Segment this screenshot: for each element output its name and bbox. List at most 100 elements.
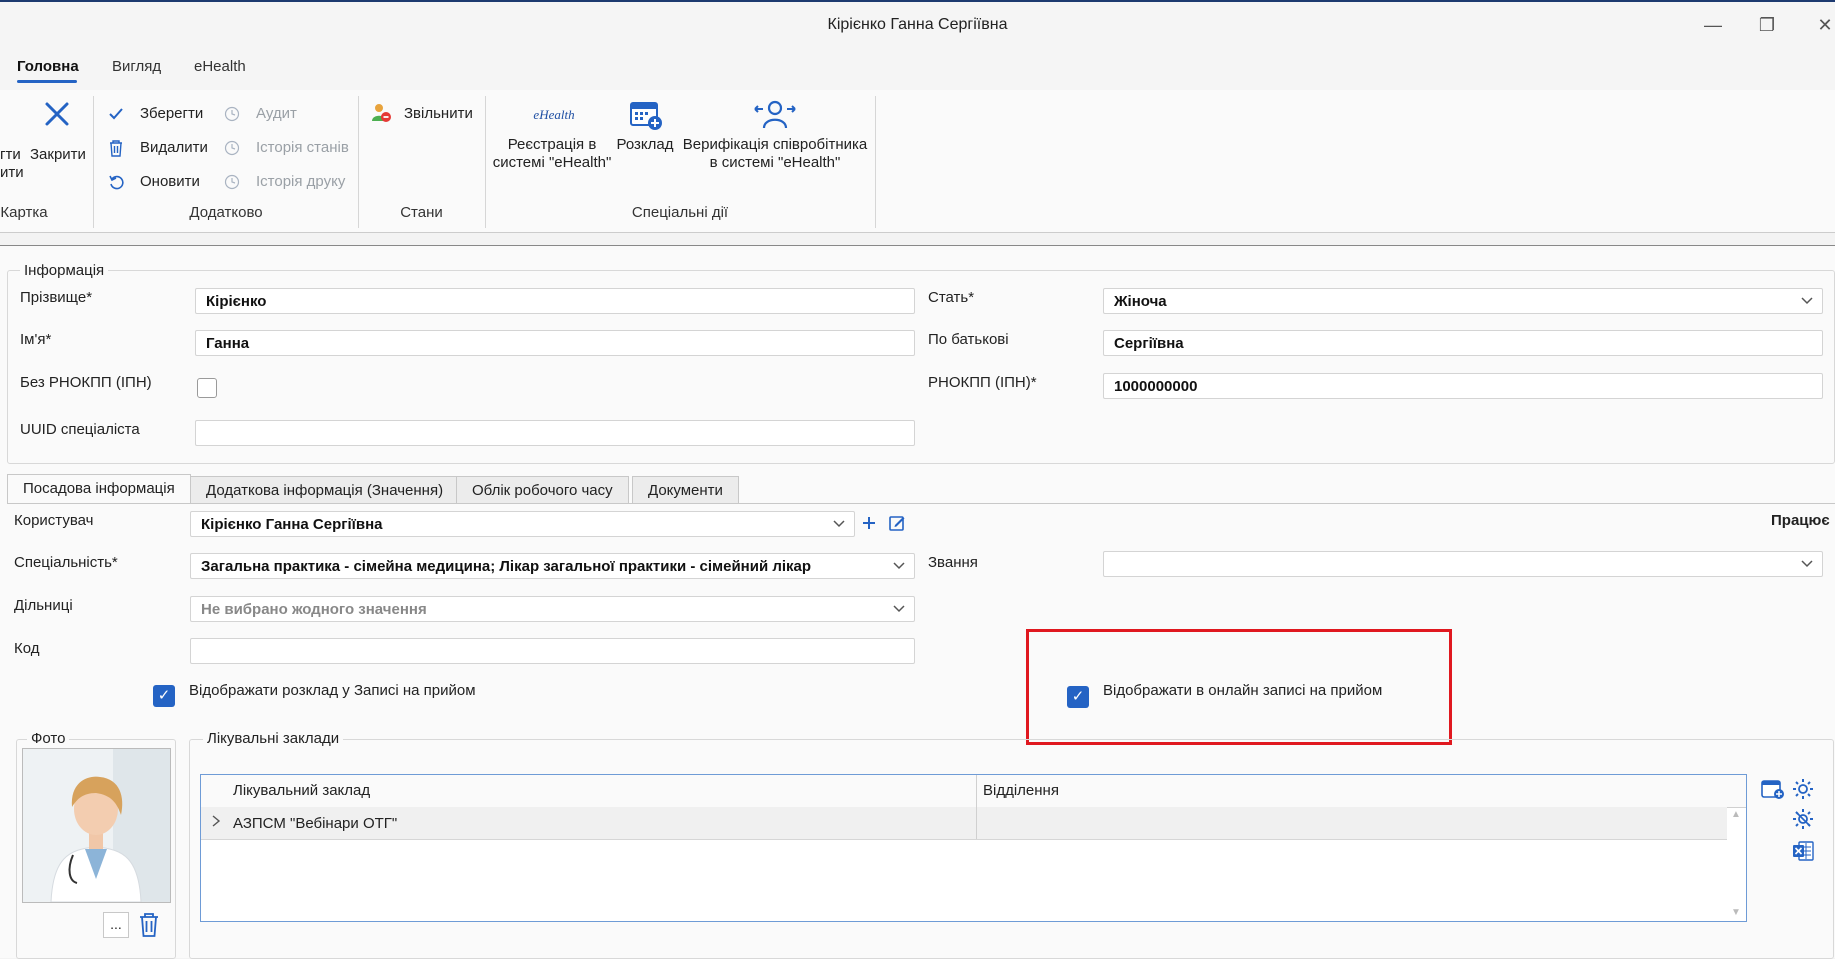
window-title: Кірієнко Ганна Сергіївна (827, 16, 1008, 33)
info-legend: Інформація (20, 262, 109, 279)
menu-tab-ehealth[interactable]: eHealth (194, 58, 246, 75)
scroll-up-icon[interactable]: ▲ (1731, 809, 1741, 820)
schedule-label: Розклад (616, 136, 674, 153)
delete-button[interactable]: Видалити (106, 138, 216, 160)
gender-label: Стать* (928, 289, 975, 306)
code-label: Код (14, 640, 40, 657)
refresh-button[interactable]: Оновити (106, 172, 216, 194)
ribbon-separator (875, 96, 876, 228)
audit-label: Аудит (256, 105, 297, 122)
tab-documents[interactable]: Документи (632, 476, 739, 504)
specialty-label: Спеціальність* (14, 554, 118, 571)
group-label-additional: Додатково (189, 204, 263, 221)
register-ehealth-button[interactable]: eHealth Реєстрація в системі "eHealth" (490, 96, 614, 188)
user-select[interactable]: Кірієнко Ганна Сергіївна (190, 511, 855, 537)
specialty-value: Загальна практика - сімейна медицина; Лі… (201, 558, 812, 575)
specialty-select[interactable]: Загальна практика - сімейна медицина; Лі… (190, 553, 915, 579)
save-label: Зберегти (140, 105, 204, 122)
rnokpp-label: РНОКПП (ІПН)* (928, 374, 1037, 391)
clock-icon (222, 172, 242, 192)
menu-tab-home[interactable]: Головна (17, 58, 79, 75)
patronymic-label: По батькові (928, 331, 1009, 348)
tab-position-info[interactable]: Посадова інформація (7, 474, 191, 504)
delete-label: Видалити (140, 139, 208, 156)
districts-label: Дільниці (14, 597, 73, 614)
facility-cell: АЗПСМ "Вебінари ОТГ" (233, 815, 398, 832)
rnokpp-input[interactable]: 1000000000 (1103, 373, 1823, 399)
show-schedule-checkbox[interactable]: ✓ (153, 685, 175, 707)
table-row[interactable]: АЗПСМ "Вебінари ОТГ" (201, 807, 1727, 840)
save-button[interactable]: Зберегти (106, 104, 216, 126)
group-label-special: Спеціальні дії (631, 204, 729, 221)
chevron-down-icon (1800, 556, 1814, 573)
add-user-button[interactable] (858, 512, 880, 534)
expand-row-icon[interactable] (211, 814, 221, 831)
photo-legend: Фото (27, 730, 70, 747)
clock-icon (222, 104, 242, 124)
trash-icon (140, 913, 158, 937)
menu-tab-view[interactable]: Вигляд (112, 58, 161, 75)
refresh-label: Оновити (140, 173, 200, 190)
print-history-label: Історія друку (256, 173, 346, 190)
verify-ehealth-button[interactable]: Верифікація співробітника в системі "eHe… (680, 96, 870, 188)
minimize-button[interactable]: — (1698, 12, 1728, 38)
verify-label-line2: в системі "eHealth" (709, 154, 841, 171)
facilities-grid: Лікувальний заклад Відділення АЗПСМ "Веб… (200, 774, 1747, 922)
column-header-facility[interactable]: Лікувальний заклад (233, 782, 370, 799)
state-history-button[interactable]: Історія станів (222, 138, 352, 160)
code-input[interactable] (190, 638, 915, 664)
user-label: Користувач (14, 512, 94, 529)
dismiss-label: Звільнити (404, 105, 473, 122)
scroll-down-icon[interactable]: ▼ (1731, 907, 1741, 918)
partial-button-label-2[interactable]: ити (0, 164, 24, 181)
add-schedule-button[interactable] (1760, 776, 1786, 802)
tab-work-time[interactable]: Облік робочого часу (456, 476, 629, 504)
status-label: Працює (1771, 512, 1830, 529)
name-input[interactable]: Ганна (195, 330, 915, 356)
dismiss-button[interactable]: Звільнити (370, 104, 480, 126)
uuid-input[interactable] (195, 420, 915, 446)
surname-input[interactable]: Кірієнко (195, 288, 915, 314)
close-window-button[interactable]: ✕ (1810, 12, 1835, 38)
close-card-label: Закрити (30, 146, 86, 163)
districts-select[interactable]: Не вибрано жодного значення (190, 596, 915, 622)
uuid-label: UUID спеціаліста (20, 421, 140, 438)
no-rnokpp-label: Без РНОКПП (ІПН) (20, 374, 152, 391)
column-header-department[interactable]: Відділення (983, 782, 1059, 799)
register-label-line2: системі "eHealth" (492, 154, 612, 171)
menu-bar: Головна Вигляд eHealth (0, 46, 1835, 90)
chevron-down-icon (832, 516, 846, 533)
tab-additional-info[interactable]: Додаткова інформація (Значення) (190, 476, 460, 504)
patronymic-input[interactable]: Сергіївна (1103, 330, 1823, 356)
restore-button[interactable]: ❐ (1752, 12, 1782, 38)
export-excel-button[interactable] (1790, 838, 1816, 864)
plus-icon (863, 517, 875, 529)
chevron-down-icon (892, 601, 906, 618)
grid-header: Лікувальний заклад Відділення (201, 775, 1746, 808)
edit-user-button[interactable] (886, 512, 908, 534)
user-verify-icon (752, 98, 798, 132)
gear-remove-icon (1793, 809, 1813, 829)
calendar-add-icon (1761, 780, 1784, 799)
excel-icon (1793, 841, 1814, 861)
audit-button[interactable]: Аудит (222, 104, 352, 126)
partial-button-label-1[interactable]: гти (0, 146, 21, 163)
name-label: Ім'я* (20, 331, 52, 348)
schedule-button[interactable]: Розклад (615, 96, 675, 188)
clock-icon (222, 138, 242, 158)
close-card-button[interactable]: Закрити (28, 96, 86, 188)
districts-placeholder: Не вибрано жодного значення (201, 601, 427, 618)
close-icon (41, 98, 73, 130)
settings-button[interactable] (1790, 776, 1816, 802)
grid-scrollbar[interactable]: ▲ ▼ (1728, 807, 1744, 921)
browse-photo-button[interactable]: ... (103, 912, 129, 938)
print-history-button[interactable]: Історія друку (222, 172, 352, 194)
rank-select[interactable] (1103, 551, 1823, 577)
show-schedule-label: Відображати розклад у Записі на прийом (189, 682, 476, 699)
delete-photo-button[interactable] (135, 910, 163, 940)
no-rnokpp-checkbox[interactable] (197, 378, 217, 398)
check-icon (106, 104, 126, 124)
state-history-label: Історія станів (256, 139, 349, 156)
settings-reset-button[interactable] (1790, 806, 1816, 832)
gender-select[interactable]: Жіноча (1103, 288, 1823, 314)
